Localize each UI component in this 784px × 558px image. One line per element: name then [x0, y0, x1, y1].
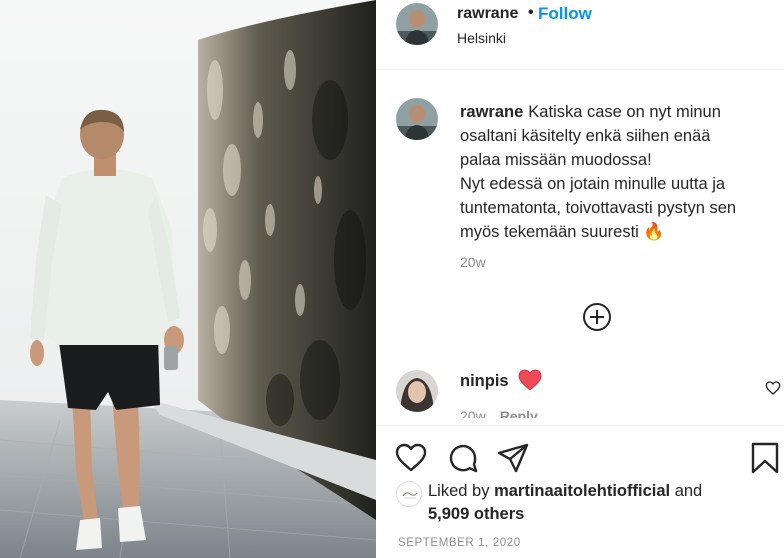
likes-conjunction: and [674, 482, 703, 500]
likes-others-line: 5,909 others [428, 505, 524, 524]
likes-prefix: Liked by [428, 482, 490, 500]
load-more-comments-button[interactable] [582, 302, 612, 332]
commenter-avatar[interactable] [396, 370, 438, 412]
caption-username[interactable]: rawrane [460, 103, 523, 121]
likes-others-count[interactable]: 5,909 others [428, 505, 524, 523]
comment-reply-button[interactable]: Reply [500, 408, 538, 418]
caption-line-6: myös tekemään suuresti 🔥 [460, 220, 778, 244]
share-paper-plane-icon[interactable] [496, 441, 530, 475]
caption-timestamp[interactable]: 20w [460, 254, 486, 270]
post-header: rawrane • Follow Helsinki [376, 0, 784, 70]
comment-username[interactable]: ninpis [460, 372, 509, 391]
comment-bubble-icon[interactable] [446, 441, 480, 475]
author-username[interactable]: rawrane [457, 5, 518, 23]
caption-line-1: Katiska case on nyt minun [528, 103, 721, 121]
likes-summary: Liked by martinaaitolehtiofficial and [428, 482, 702, 501]
red-heart-icon [518, 369, 542, 391]
post-caption: rawrane Katiska case on nyt minun osaltan… [460, 100, 778, 244]
post-action-bar [376, 425, 784, 489]
fire-emoji-icon: 🔥 [643, 222, 665, 241]
comment-like-heart-icon[interactable] [765, 380, 781, 396]
post-date[interactable]: SEPTEMBER 1, 2020 [398, 537, 521, 549]
commenter-avatar-image [396, 370, 438, 412]
comment-timestamp[interactable]: 20w [460, 408, 486, 418]
photo-man-walking-by-ivy-wall [0, 0, 376, 558]
author-avatar[interactable] [396, 3, 438, 45]
caption-avatar-image [396, 98, 438, 140]
caption-line-5: tuntematonta, toivottavasti pystyn sen [460, 199, 737, 217]
author-avatar-image [396, 3, 438, 45]
caption-line-3: palaa missään muodossa! [460, 151, 652, 169]
caption-line-4: Nyt edessä on jotain minulle uutta ja [460, 175, 726, 193]
save-bookmark-icon[interactable] [748, 441, 782, 475]
caption-line-2: osaltani käsitelty enkä siihen enää [460, 127, 711, 145]
post-location[interactable]: Helsinki [457, 30, 506, 46]
post-photo[interactable] [0, 0, 376, 558]
comment-meta: 20w Reply [460, 408, 538, 418]
caption-author-avatar[interactable] [396, 98, 438, 140]
liker-username[interactable]: martinaaitolehtiofficial [494, 482, 670, 500]
like-heart-icon[interactable] [394, 441, 428, 475]
follow-button[interactable]: Follow [538, 4, 592, 24]
post-details-pane: rawrane • Follow Helsinki rawrane Katiska… [376, 0, 784, 558]
header-separator: • [528, 4, 534, 21]
plus-circle-icon [583, 303, 611, 331]
caption-line-6-text: myös tekemään suuresti [460, 223, 639, 241]
liker-avatar-logo [397, 482, 421, 506]
liker-avatar[interactable] [396, 481, 422, 507]
